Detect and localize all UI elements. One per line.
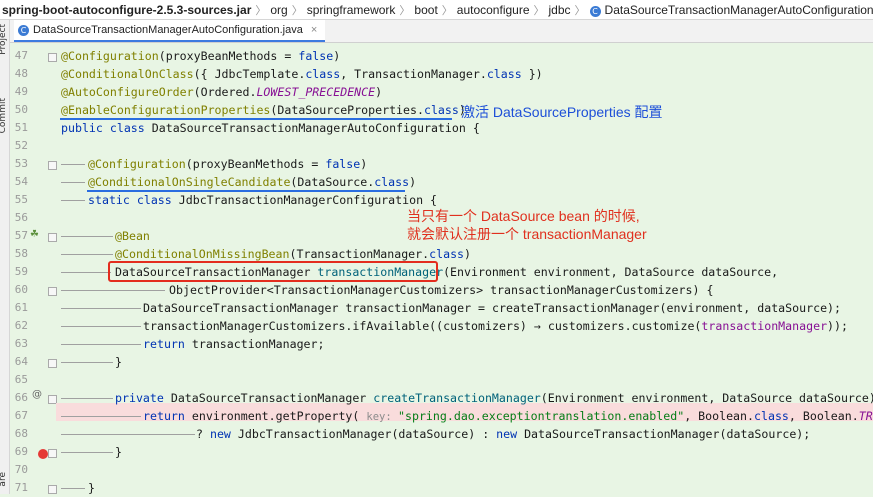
breadcrumb-item-jdbc[interactable]: jdbc — [545, 3, 575, 17]
line-number: 62 — [14, 319, 28, 332]
line-number: 68 — [14, 427, 28, 440]
indent-guide — [61, 452, 113, 453]
code-line-50: @EnableConfigurationProperties(DataSourc… — [61, 103, 466, 117]
indent-guide — [61, 200, 85, 201]
line-number: 61 — [14, 301, 28, 314]
breadcrumb-item-autoconfigure[interactable]: autoconfigure — [453, 3, 534, 17]
line-number: 71 — [14, 481, 28, 494]
commit-tool-button[interactable]: Commit — [0, 98, 8, 133]
editor-tab-label: DataSourceTransactionManagerAutoConfigur… — [33, 24, 303, 36]
project-tool-button[interactable]: Project — [0, 24, 8, 55]
code-line-67: return environment.getProperty( key: "sp… — [143, 409, 873, 423]
line-number: 59 — [14, 265, 28, 278]
code-line-55: static class JdbcTransactionManagerConfi… — [88, 193, 438, 207]
breakpoint-icon[interactable] — [38, 449, 48, 459]
indent-guide — [61, 236, 113, 237]
code-line-57: @Bean — [115, 229, 150, 243]
line-number: 55 — [14, 193, 28, 206]
indent-guide — [61, 254, 113, 255]
line-number: 60 — [14, 283, 28, 296]
at-gutter-icon[interactable]: @ — [32, 389, 42, 400]
bean-gutter-icon[interactable]: ☘ — [30, 229, 39, 240]
blue-underline — [60, 118, 452, 120]
indent-guide — [61, 308, 141, 309]
chevron-right-icon: 〉 — [533, 4, 545, 17]
indent-guide — [61, 344, 141, 345]
indent-guide — [61, 182, 85, 183]
line-number: 47 — [14, 49, 28, 62]
line-number: 70 — [14, 463, 28, 476]
indent-guide — [61, 416, 141, 417]
line-number: 69 — [14, 445, 28, 458]
code-line-47: @Configuration(proxyBeanMethods = false) — [61, 49, 341, 63]
line-number: 49 — [14, 85, 28, 98]
indent-guide — [61, 290, 165, 291]
red-highlight-box — [108, 261, 438, 282]
chevron-right-icon: 〉 — [291, 4, 303, 17]
line-number: 52 — [14, 139, 28, 152]
parameter-hint: key: — [366, 411, 398, 423]
structure-tool-button[interactable]: are — [0, 472, 8, 487]
line-number: 63 — [14, 337, 28, 350]
breadcrumb-current-label: DataSourceTransactionManagerAutoConfigur… — [604, 2, 873, 17]
line-number: 64 — [14, 355, 28, 368]
breadcrumb-item-jar[interactable]: spring-boot-autoconfigure-2.5.3-sources.… — [0, 3, 255, 17]
indent-guide — [61, 326, 141, 327]
code-line-48: @ConditionalOnClass({ JdbcTemplate.class… — [61, 67, 543, 81]
code-line-66: private DataSourceTransactionManager cre… — [115, 391, 873, 405]
red-annotation-note-line1: 当只有一个 DataSource bean 的时候, — [407, 208, 640, 224]
line-number: 57 — [14, 229, 28, 242]
tool-window-sidebar: Project Commit are — [0, 20, 10, 494]
indent-guide — [61, 434, 195, 435]
line-number: 51 — [14, 121, 28, 134]
breadcrumb-item-boot[interactable]: boot — [410, 3, 441, 17]
close-icon[interactable]: × — [311, 24, 317, 36]
code-line-71: } — [88, 481, 95, 495]
line-number: 66 — [14, 391, 28, 404]
code-line-53: @Configuration(proxyBeanMethods = false) — [88, 157, 368, 171]
code-line-49: @AutoConfigureOrder(Ordered.LOWEST_PRECE… — [61, 85, 383, 99]
chevron-right-icon: 〉 — [441, 4, 453, 17]
indent-guide — [61, 398, 113, 399]
line-number: 50 — [14, 103, 28, 116]
blue-underline — [87, 190, 405, 192]
line-number: 65 — [14, 373, 28, 386]
line-number: 54 — [14, 175, 28, 188]
code-line-54: @ConditionalOnSingleCandidate(DataSource… — [88, 175, 417, 189]
breadcrumb-item-org[interactable]: org — [266, 3, 291, 17]
code-line-64: } — [115, 355, 122, 369]
line-number: 53 — [14, 157, 28, 170]
red-annotation-note-line2: 就会默认注册一个 transactionManager — [407, 226, 647, 242]
code-line-68: ? new JdbcTransactionManager(dataSource)… — [196, 427, 811, 441]
code-line-60: ObjectProvider<TransactionManagerCustomi… — [169, 283, 714, 297]
editor-gutter: 47 48 49 50 51 52 53 54 55 56 57 58 59 6… — [10, 43, 57, 494]
editor-tab-bar: C DataSourceTransactionManagerAutoConfig… — [10, 20, 873, 43]
blue-annotation-note: 激活 DataSourceProperties 配置 — [461, 104, 663, 120]
line-number: 67 — [14, 409, 28, 422]
chevron-right-icon: 〉 — [399, 4, 411, 17]
indent-guide — [61, 272, 111, 273]
breadcrumb: spring-boot-autoconfigure-2.5.3-sources.… — [0, 0, 873, 20]
chevron-right-icon: 〉 — [255, 4, 267, 17]
class-icon: C — [18, 24, 29, 36]
code-line-61: DataSourceTransactionManager transaction… — [143, 301, 842, 315]
line-number: 56 — [14, 211, 28, 224]
indent-guide — [61, 488, 85, 489]
chevron-right-icon: 〉 — [574, 4, 586, 17]
class-icon: C — [589, 5, 601, 17]
line-number: 48 — [14, 67, 28, 80]
indent-guide — [61, 164, 85, 165]
editor-tab[interactable]: C DataSourceTransactionManagerAutoConfig… — [14, 20, 326, 42]
code-line-51: public class DataSourceTransactionManage… — [61, 121, 480, 135]
line-number: 58 — [14, 247, 28, 260]
code-line-62: transactionManagerCustomizers.ifAvailabl… — [143, 319, 848, 333]
indent-guide — [61, 362, 113, 363]
code-line-63: return transactionManager; — [143, 337, 325, 351]
breadcrumb-item-class[interactable]: C DataSourceTransactionManagerAutoConfigu… — [586, 3, 873, 17]
breadcrumb-item-springframework[interactable]: springframework — [303, 3, 400, 17]
code-line-69: } — [115, 445, 122, 459]
